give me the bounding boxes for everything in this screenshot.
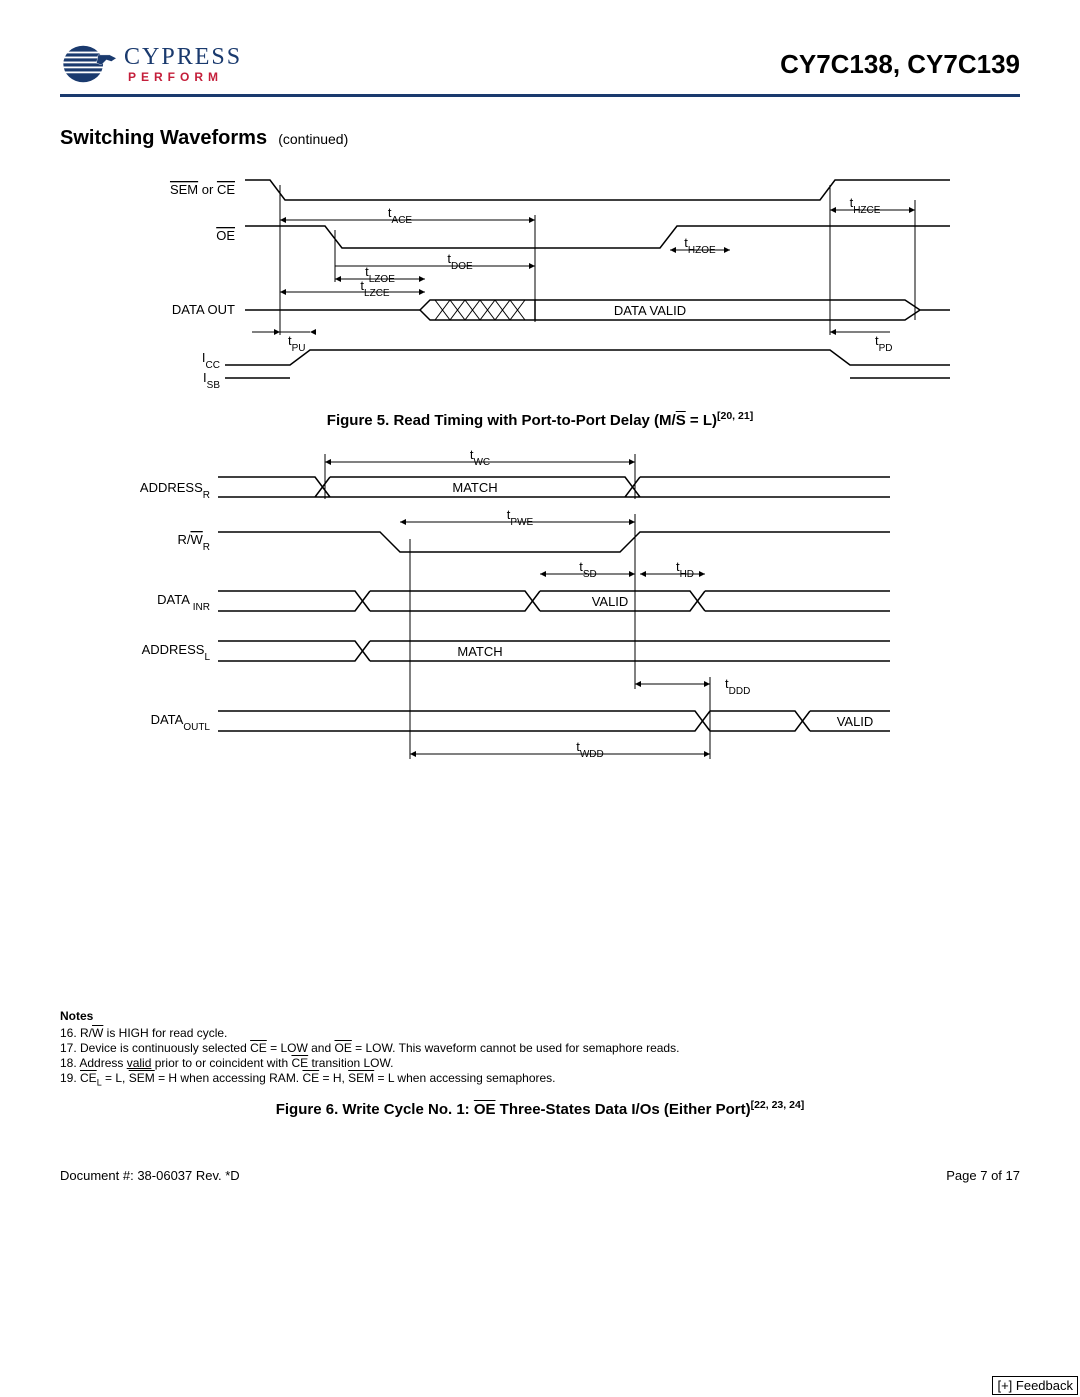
svg-text:tDOE: tDOE (447, 251, 473, 272)
note-18: 18. Address valid prior to or coincident… (60, 1056, 1020, 1071)
svg-text:tWDD: tWDD (576, 739, 604, 760)
svg-text:VALID: VALID (837, 714, 874, 729)
figure6-diagram: tWC ADDRESSR MATCH tPWE R/WR tSD (60, 449, 1020, 789)
svg-text:VALID: VALID (592, 594, 629, 609)
note-19: 19. CEL = L, SEM = H when accessing RAM.… (60, 1071, 1020, 1089)
page-header: CYPRESS PERFORM CY7C138, CY7C139 (60, 40, 1020, 97)
svg-text:tLZOE: tLZOE (365, 264, 395, 285)
svg-text:ADDRESSL: ADDRESSL (142, 642, 211, 663)
svg-text:tHZCE: tHZCE (850, 195, 881, 216)
svg-text:DATA INR: DATA INR (157, 592, 210, 613)
svg-text:tACE: tACE (388, 205, 413, 226)
svg-text:MATCH: MATCH (457, 644, 502, 659)
svg-text:ICC: ICC (202, 350, 220, 371)
figure5-diagram: SEM or CE tACE tHZCE OE tDOE (60, 170, 1020, 400)
svg-text:ISB: ISB (203, 370, 220, 391)
svg-text:MATCH: MATCH (452, 480, 497, 495)
section-title-text: Switching Waveforms (60, 127, 267, 149)
page-footer: Document #: 38-06037 Rev. *D Page 7 of 1… (60, 1168, 1020, 1183)
note-16: 16. R/W is HIGH for read cycle. (60, 1026, 1020, 1041)
svg-text:tPD: tPD (875, 333, 893, 354)
svg-text:DATAOUTL: DATAOUTL (151, 712, 211, 733)
svg-text:tDDD: tDDD (725, 676, 750, 697)
logo-globe-icon (60, 40, 118, 88)
svg-text:tSD: tSD (579, 559, 597, 580)
note-17: 17. Device is continuously selected CE =… (60, 1041, 1020, 1056)
notes-block: Notes 16. R/W is HIGH for read cycle. 17… (60, 1009, 1020, 1089)
svg-text:DATA VALID: DATA VALID (614, 303, 686, 318)
svg-text:tHD: tHD (676, 559, 694, 580)
svg-text:tHZOE: tHZOE (684, 235, 716, 256)
figure6-caption: Figure 6. Write Cycle No. 1: OE Three-St… (60, 1099, 1020, 1118)
page-number: Page 7 of 17 (946, 1168, 1020, 1183)
brand-tagline: PERFORM (128, 71, 242, 83)
notes-heading: Notes (60, 1009, 1020, 1024)
svg-text:R/WR: R/WR (177, 532, 210, 553)
svg-text:tPU: tPU (288, 333, 306, 354)
svg-text:tWC: tWC (470, 449, 490, 468)
svg-text:ADDRESSR: ADDRESSR (140, 480, 210, 501)
section-continued: (continued) (278, 131, 348, 147)
svg-text:DATA OUT: DATA OUT (172, 302, 235, 317)
svg-text:OE: OE (216, 228, 235, 243)
part-number: CY7C138, CY7C139 (780, 49, 1020, 80)
svg-text:tPWE: tPWE (507, 507, 534, 528)
figure5-caption: Figure 5. Read Timing with Port-to-Port … (60, 410, 1020, 429)
brand-name: CYPRESS (124, 45, 242, 69)
feedback-button[interactable]: [+] Feedback (992, 1376, 1078, 1395)
section-title: Switching Waveforms (continued) (60, 127, 1020, 150)
logo: CYPRESS PERFORM (60, 40, 242, 88)
svg-text:SEM or CE: SEM or CE (170, 182, 235, 197)
document-number: Document #: 38-06037 Rev. *D (60, 1168, 240, 1183)
